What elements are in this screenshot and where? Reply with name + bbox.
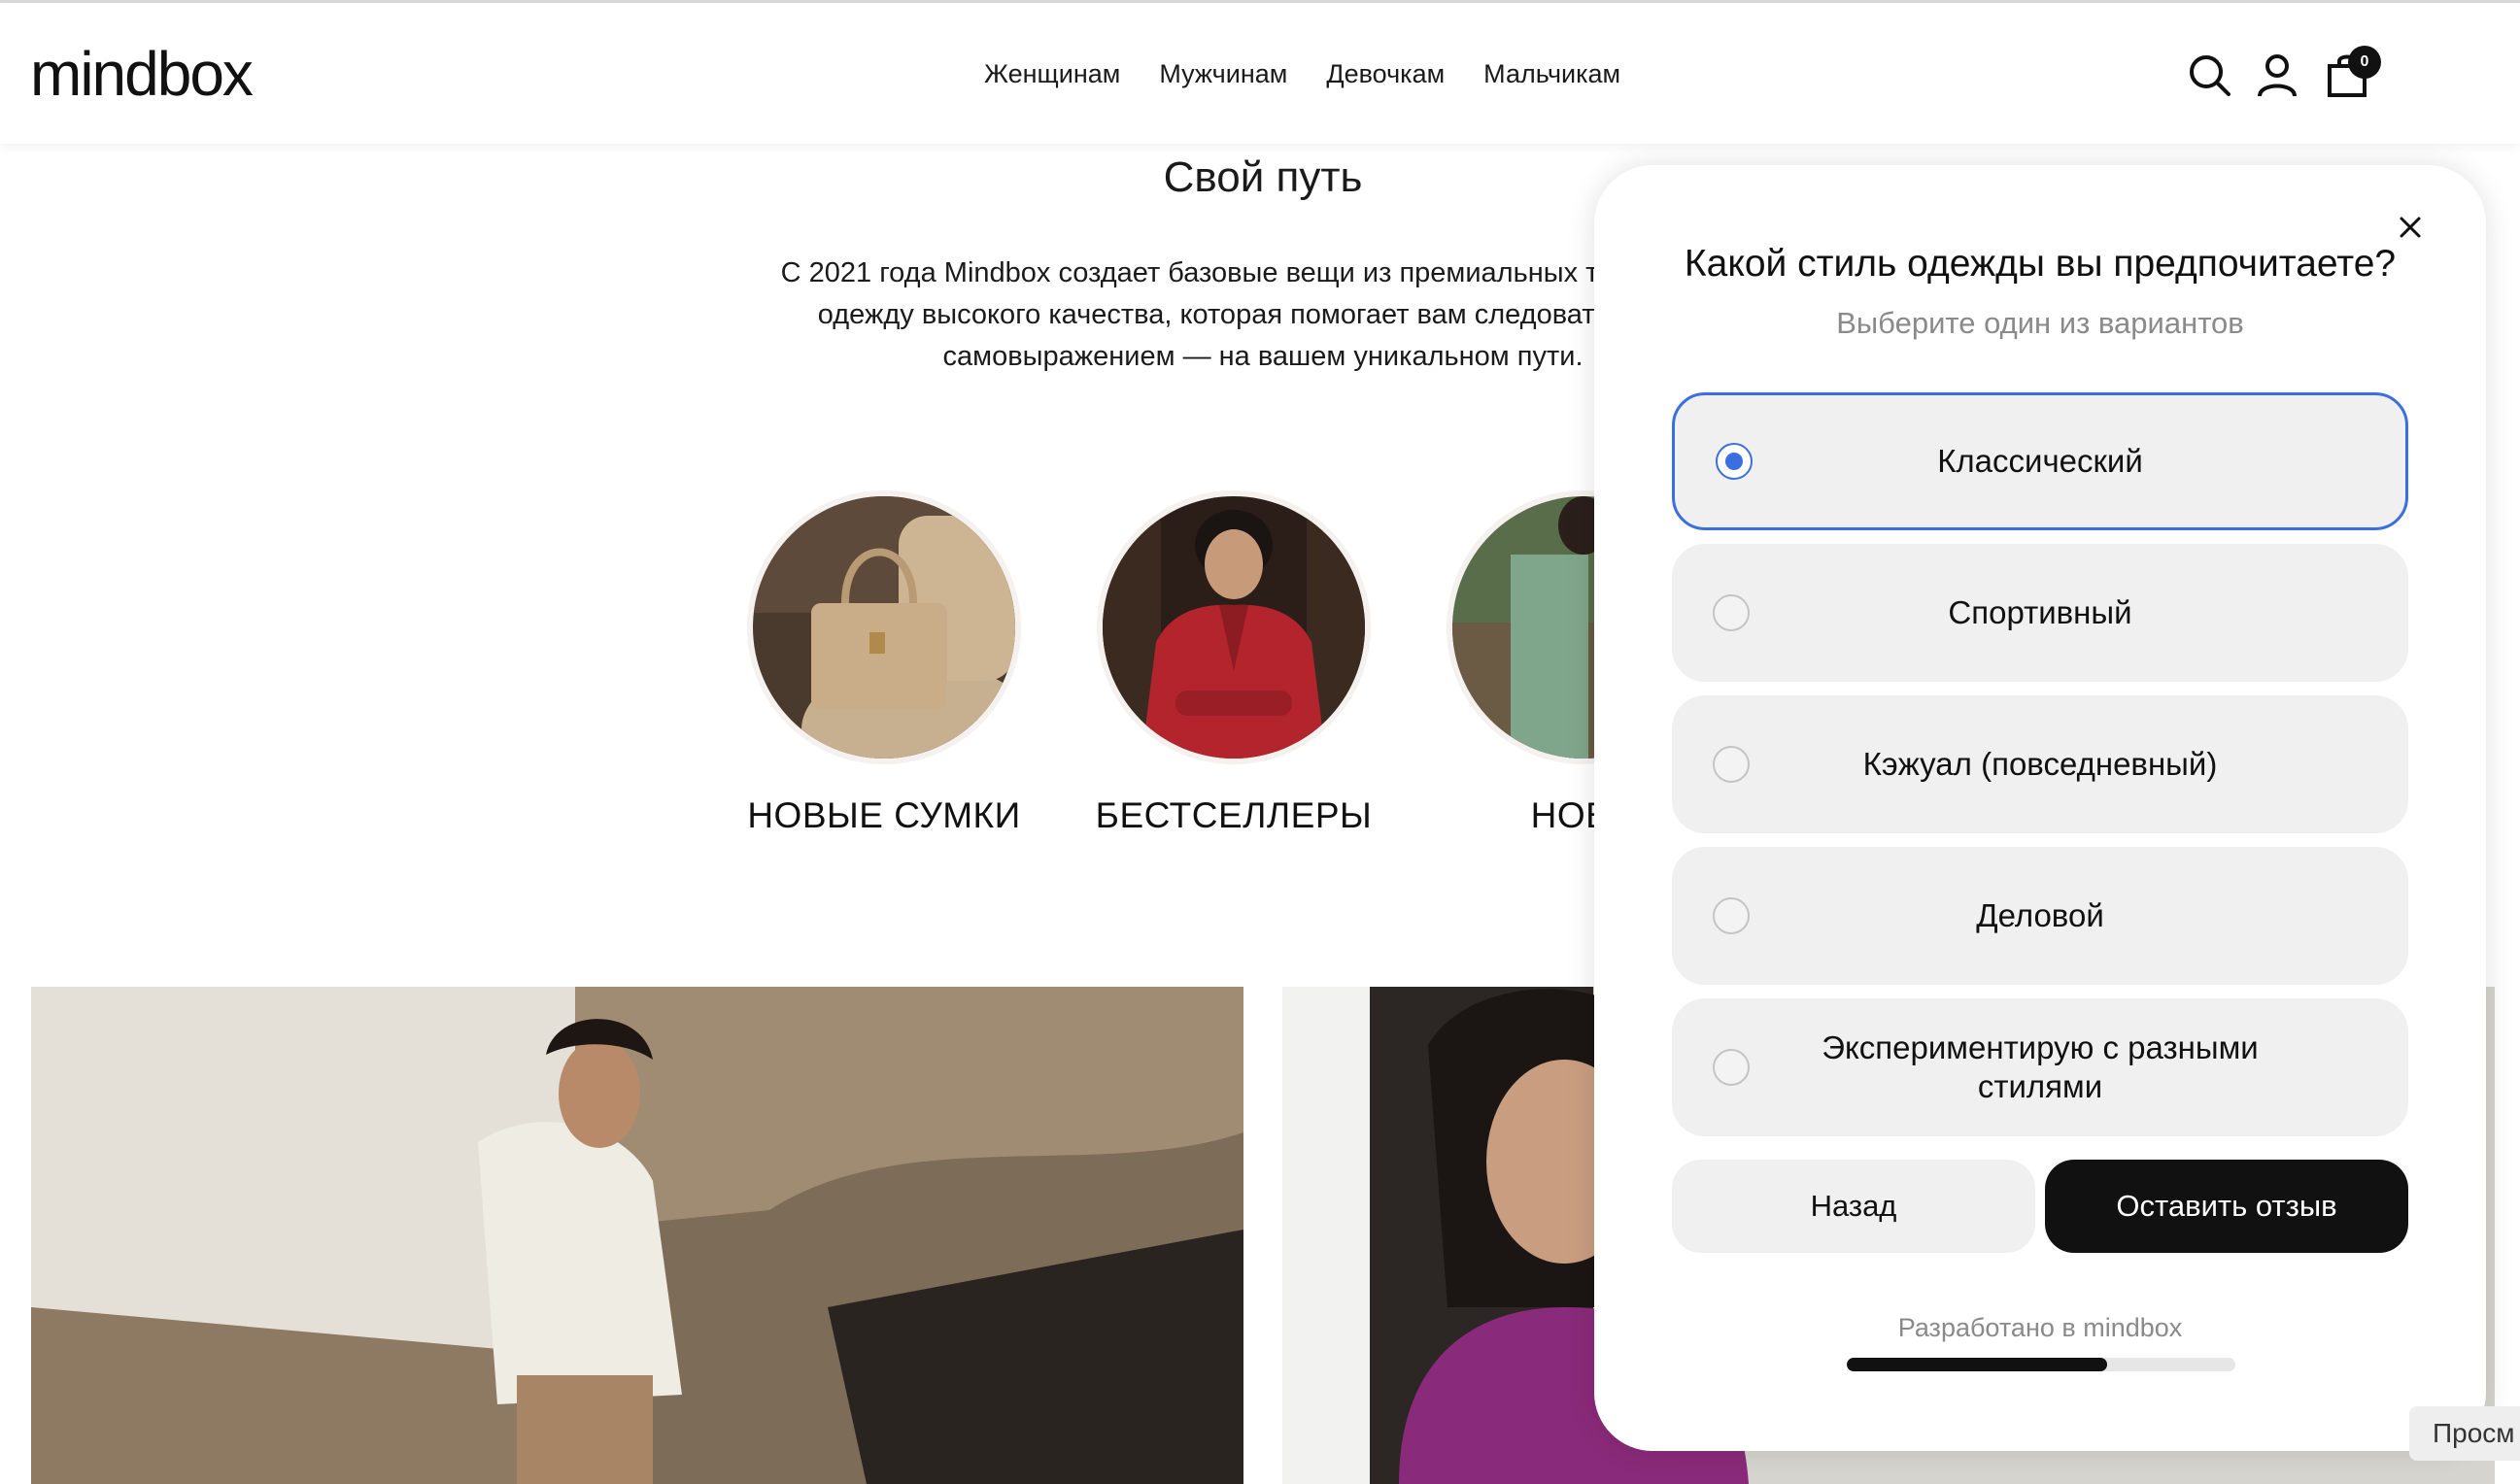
- option-experimental[interactable]: Экспериментирую с разными стилями: [1672, 998, 2408, 1136]
- submit-feedback-button[interactable]: Оставить отзыв: [2045, 1160, 2408, 1253]
- option-label: Экспериментирую с разными стилями: [1822, 1029, 2259, 1104]
- category-image-bags: [747, 490, 1021, 764]
- option-label: Спортивный: [1948, 594, 2132, 630]
- category-bestsellers[interactable]: БЕСТСЕЛЛЕРЫ: [1093, 490, 1375, 836]
- survey-progress: [1847, 1358, 2235, 1371]
- survey-question: Какой стиль одежды вы предпочитаете?: [1684, 243, 2397, 285]
- option-business[interactable]: Деловой: [1672, 847, 2408, 985]
- category-label: НОВЫЕ СУМКИ: [747, 795, 1021, 835]
- option-casual[interactable]: Кэжуал (повседневный): [1672, 695, 2408, 833]
- category-label: БЕСТСЕЛЛЕРЫ: [1095, 795, 1373, 835]
- search-icon[interactable]: [2186, 51, 2232, 98]
- option-label: Кэжуал (повседневный): [1862, 746, 2218, 782]
- close-button[interactable]: [2391, 208, 2430, 247]
- site-header: mindbox Женщинам Мужчинам Девочкам Мальч…: [0, 3, 2520, 144]
- nav-item-boys[interactable]: Мальчикам: [1483, 59, 1620, 89]
- option-classic[interactable]: Классический: [1672, 392, 2408, 530]
- radio-button[interactable]: [1716, 443, 1753, 480]
- category-image-bestsellers: [1097, 490, 1371, 764]
- preview-tab[interactable]: Просм: [2409, 1406, 2520, 1461]
- survey-subtitle: Выберите один из вариантов: [1836, 306, 2244, 340]
- radio-button[interactable]: [1713, 1049, 1750, 1086]
- powered-by[interactable]: Разработано в mindbox: [1594, 1313, 2486, 1343]
- option-label: Деловой: [1976, 897, 2104, 933]
- radio-button[interactable]: [1713, 897, 1750, 934]
- nav-item-men[interactable]: Мужчинам: [1159, 59, 1287, 89]
- survey-modal: Какой стиль одежды вы предпочитаете? Выб…: [1594, 165, 2486, 1451]
- nav-item-girls[interactable]: Девочкам: [1326, 59, 1445, 89]
- site-logo[interactable]: mindbox: [30, 38, 254, 110]
- user-icon[interactable]: [2254, 51, 2300, 98]
- promo-photo-men[interactable]: [31, 987, 1243, 1484]
- nav-item-women[interactable]: Женщинам: [984, 59, 1120, 89]
- radio-button[interactable]: [1713, 594, 1750, 631]
- option-sport[interactable]: Спортивный: [1672, 544, 2408, 682]
- back-button[interactable]: Назад: [1672, 1160, 2035, 1253]
- radio-button[interactable]: [1713, 746, 1750, 783]
- survey-progress-fill: [1847, 1358, 2107, 1371]
- option-label: Классический: [1937, 443, 2143, 479]
- category-new-bags[interactable]: НОВЫЕ СУМКИ: [743, 490, 1025, 836]
- close-icon: [2400, 217, 2421, 238]
- cart-count-badge: 0: [2348, 46, 2381, 79]
- main-nav: Женщинам Мужчинам Девочкам Мальчикам: [984, 59, 1620, 89]
